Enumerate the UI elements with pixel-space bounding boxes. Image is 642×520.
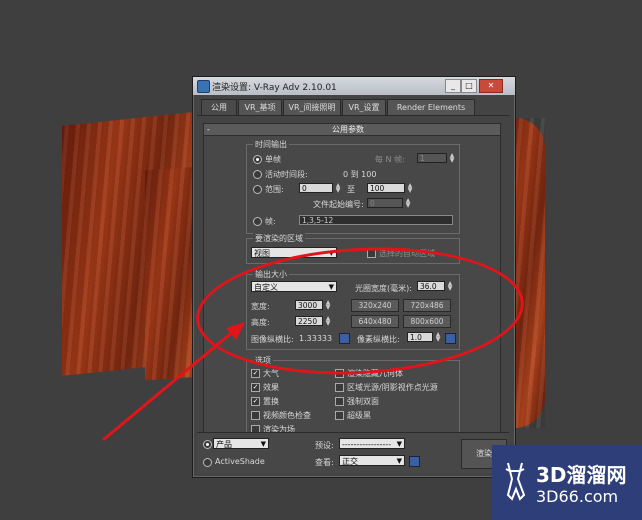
watermark-line2: 3D66.com <box>536 487 619 506</box>
deer-logo-icon <box>505 462 526 501</box>
annotation-arrow-icon <box>102 322 245 442</box>
watermark-line1: 3D溜溜网 <box>536 463 627 487</box>
watermark-logo: 3D溜溜网 3D66.com <box>492 445 642 520</box>
